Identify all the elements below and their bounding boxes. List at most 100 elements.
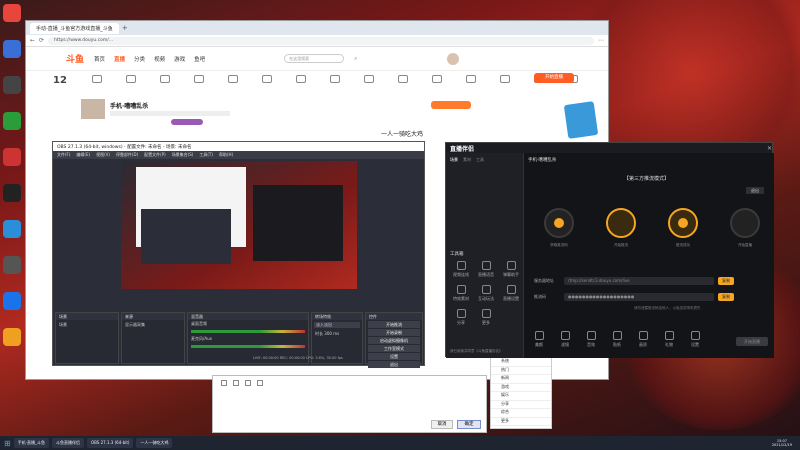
- category-item[interactable]: [290, 75, 312, 86]
- bottom-tool-item[interactable]: 礼物: [658, 331, 680, 348]
- obs-menu-item[interactable]: 停靠部件(D): [116, 152, 138, 158]
- bottom-tool-item[interactable]: 音效: [580, 331, 602, 348]
- url-input[interactable]: https://www.douyu.com/...: [48, 36, 594, 45]
- field-input[interactable]: rtmp://sendtc3.douyu.com/live: [564, 277, 714, 285]
- category-item[interactable]: [324, 75, 346, 86]
- desktop-app-icon[interactable]: [3, 76, 21, 94]
- obs-menu-item[interactable]: 帮助(H): [219, 152, 233, 158]
- obs-menu-item[interactable]: 配置文件(P): [144, 152, 166, 158]
- category-item[interactable]: [222, 75, 244, 86]
- taskbar-item[interactable]: 斗鱼直播伴侣: [51, 438, 84, 448]
- tool-icon[interactable]: [257, 380, 263, 386]
- nav-item-3[interactable]: 视频: [154, 57, 165, 63]
- category-item[interactable]: [154, 75, 176, 86]
- live-tab-1[interactable]: 素材: [463, 157, 471, 163]
- nav-item-2[interactable]: 分类: [134, 57, 145, 63]
- bottom-tool-item[interactable]: 设置: [684, 331, 706, 348]
- nav-item-1[interactable]: 直播: [114, 57, 125, 63]
- transition-select[interactable]: 淡入淡出: [314, 322, 360, 328]
- list-item[interactable]: 游戏: [491, 384, 551, 392]
- category-item[interactable]: [188, 75, 210, 86]
- desktop-app-icon[interactable]: [3, 292, 21, 310]
- desktop-app-icon[interactable]: [3, 4, 21, 22]
- streamer-avatar[interactable]: [81, 99, 105, 119]
- refresh-icon[interactable]: ⟳: [39, 37, 44, 44]
- nav-item-4[interactable]: 游戏: [174, 57, 185, 63]
- agreement-text[interactable]: 我已阅读并同意《斗鱼直播协议》: [450, 349, 503, 354]
- desktop-app-icon[interactable]: [3, 256, 21, 274]
- control-button-1[interactable]: 开始录制: [368, 329, 420, 336]
- close-icon[interactable]: ✕: [767, 145, 772, 152]
- live-tab-0[interactable]: 场景: [450, 157, 458, 163]
- tool-item[interactable]: 互动玩法: [475, 285, 497, 302]
- category-item[interactable]: [460, 75, 482, 86]
- list-item[interactable]: 更多: [491, 418, 551, 426]
- start-live-button[interactable]: 开始直播: [534, 73, 574, 83]
- list-item[interactable]: 热门: [491, 367, 551, 375]
- browser-tab[interactable]: 手动-直播_斗鱼官方游戏直播_斗鱼: [30, 22, 119, 34]
- category-item[interactable]: [256, 75, 278, 86]
- desktop-app-icon[interactable]: [3, 148, 21, 166]
- obs-menu-item[interactable]: 文件(F): [57, 152, 70, 158]
- list-item[interactable]: 综合: [491, 409, 551, 418]
- tool-item[interactable]: 视频连线: [450, 261, 472, 278]
- tool-icon[interactable]: [245, 380, 251, 386]
- category-item[interactable]: [426, 75, 448, 86]
- list-item[interactable]: 系统: [491, 358, 551, 367]
- obs-menu-item[interactable]: 视图(V): [96, 152, 110, 158]
- control-button-0[interactable]: 开始推流: [368, 321, 420, 328]
- search-icon[interactable]: ⌕: [354, 55, 357, 63]
- subscribe-button[interactable]: [431, 101, 471, 109]
- taskbar-item[interactable]: 一人一骑吃大鸡: [136, 438, 173, 448]
- avatar[interactable]: [447, 52, 460, 65]
- obs-menu-item[interactable]: 场景集合(S): [172, 152, 194, 158]
- obs-menu-item[interactable]: 工具(T): [199, 152, 213, 158]
- bottom-tool-item[interactable]: 贴纸: [606, 331, 628, 348]
- tool-item[interactable]: 分享: [450, 309, 472, 326]
- clock[interactable]: 15:07 2021/12/19: [772, 439, 792, 447]
- start-live-button[interactable]: 开始直播: [736, 337, 768, 346]
- site-logo[interactable]: 斗鱼: [66, 52, 84, 65]
- tool-item[interactable]: 直播语音: [475, 261, 497, 278]
- confirm-button[interactable]: 确定: [457, 420, 481, 429]
- taskbar-item[interactable]: OBS 27.1.3 (64-bit): [86, 438, 134, 448]
- bottom-tool-item[interactable]: 美颜: [528, 331, 550, 348]
- list-item[interactable]: 新闻: [491, 375, 551, 384]
- control-button-4[interactable]: 设置: [368, 353, 420, 360]
- tool-item[interactable]: 弹幕助手: [500, 261, 522, 278]
- search-input[interactable]: 在这里搜索: [284, 54, 345, 63]
- nav-item-0[interactable]: 首页: [94, 57, 105, 63]
- new-tab-icon[interactable]: +: [122, 24, 128, 32]
- nav-item-5[interactable]: 鱼吧: [194, 57, 205, 63]
- promo-banner[interactable]: [563, 101, 599, 139]
- desktop-app-icon[interactable]: [3, 112, 21, 130]
- list-item[interactable]: 娱乐: [491, 392, 551, 401]
- exit-mode-button[interactable]: 退出: [746, 187, 764, 194]
- control-button-3[interactable]: 工作室模式: [368, 345, 420, 352]
- start-icon[interactable]: ⊞: [4, 439, 11, 448]
- control-button-5[interactable]: 退出: [368, 361, 420, 368]
- bottom-tool-item[interactable]: 滤镜: [554, 331, 576, 348]
- source-item[interactable]: 显示器采集: [122, 320, 184, 330]
- copy-button[interactable]: 复制: [718, 277, 734, 285]
- taskbar-item[interactable]: 手机·直播_斗鱼: [13, 438, 49, 448]
- tool-item[interactable]: 更多: [475, 309, 497, 326]
- category-item[interactable]: [358, 75, 380, 86]
- list-item[interactable]: 分享: [491, 401, 551, 409]
- desktop-app-icon[interactable]: [3, 40, 21, 58]
- obs-menu-item[interactable]: 编辑(E): [76, 152, 90, 158]
- menu-icon[interactable]: ⋯: [598, 37, 604, 44]
- copy-button[interactable]: 复制: [718, 293, 734, 301]
- field-input[interactable]: ●●●●●●●●●●●●●●●●●●●: [564, 293, 714, 301]
- control-button-2[interactable]: 启动虚拟摄像机: [368, 337, 420, 344]
- category-item[interactable]: [494, 75, 516, 86]
- desktop-app-icon[interactable]: [3, 184, 21, 202]
- live-tab-2[interactable]: 工具: [476, 157, 484, 163]
- category-item[interactable]: [120, 75, 142, 86]
- back-icon[interactable]: ←: [30, 37, 35, 44]
- desktop-app-icon[interactable]: [3, 220, 21, 238]
- desktop-app-icon[interactable]: [3, 328, 21, 346]
- category-item[interactable]: [392, 75, 414, 86]
- obs-preview[interactable]: [121, 161, 357, 289]
- tool-icon[interactable]: [233, 380, 239, 386]
